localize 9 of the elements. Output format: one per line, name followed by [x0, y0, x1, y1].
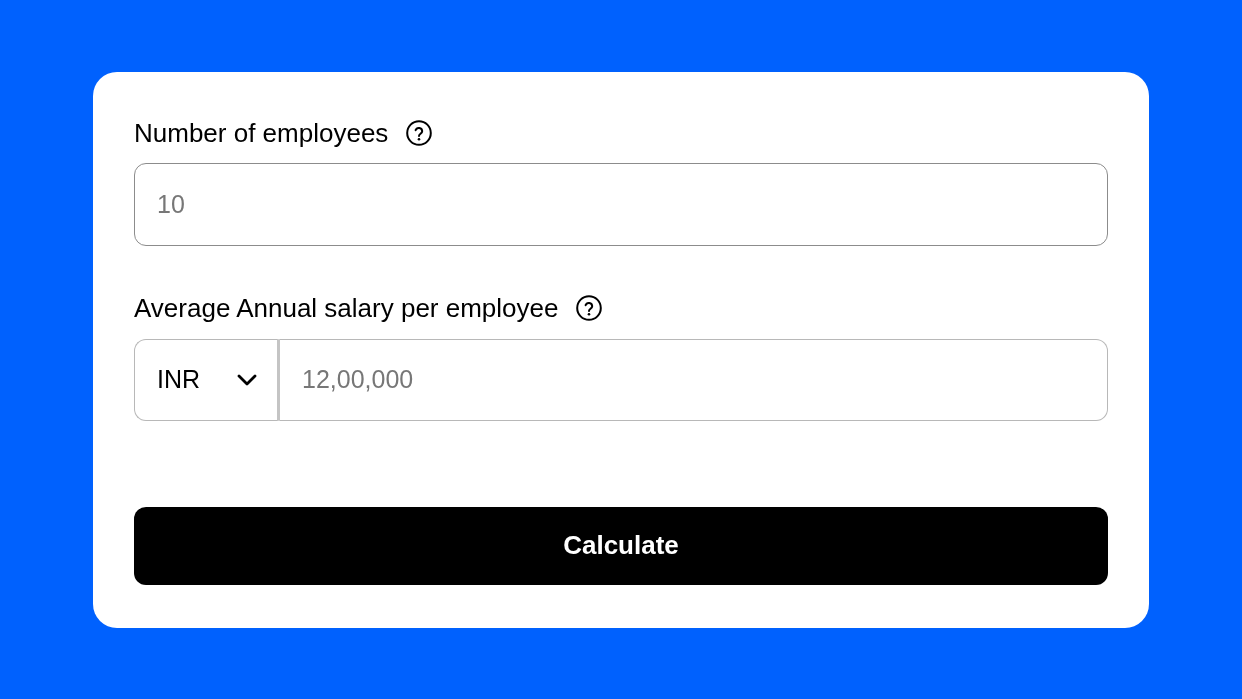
field-label: Average Annual salary per employee [134, 291, 559, 324]
input-field[interactable]: 12,00,000 [280, 338, 1108, 421]
chevron-down-icon [237, 373, 257, 386]
help-icon[interactable] [576, 294, 603, 321]
input-field[interactable]: 10 [134, 162, 1108, 246]
field-label: Number of employees [134, 116, 389, 149]
calculate-button[interactable]: Calculate [134, 506, 1108, 585]
help-icon[interactable] [406, 119, 433, 146]
currency-select[interactable]: INR [134, 338, 280, 421]
